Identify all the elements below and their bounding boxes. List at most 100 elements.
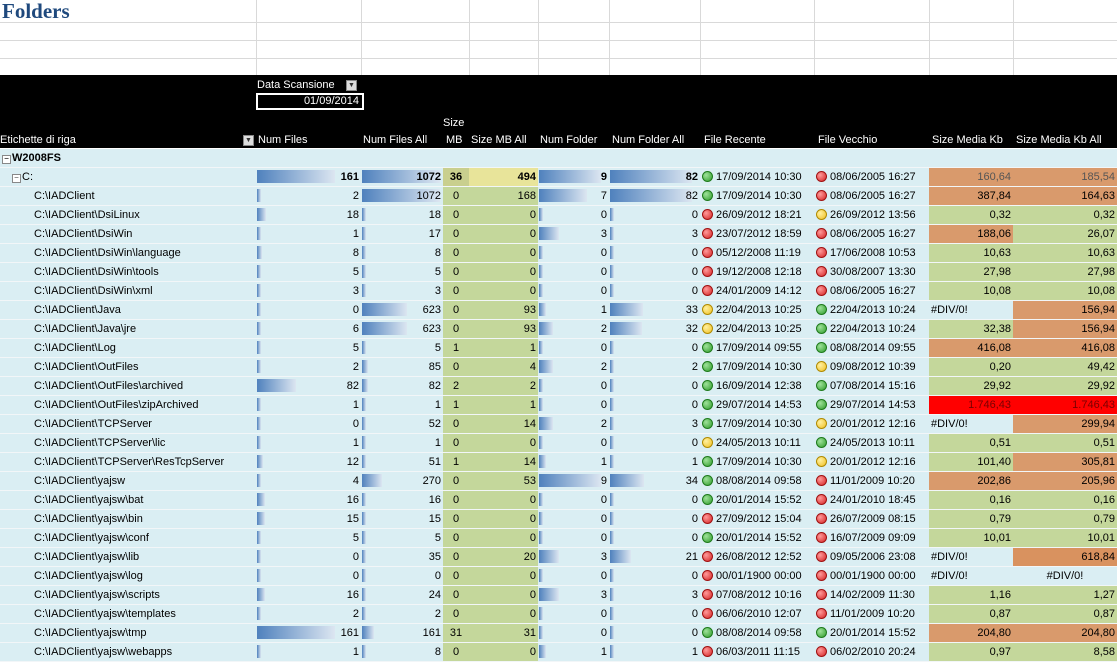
num-files-all-cell[interactable]: 8 — [361, 243, 443, 263]
file-vecchio-cell[interactable]: 26/09/2012 13:56 — [814, 205, 929, 225]
file-recente-cell[interactable]: 05/12/2008 11:19 — [700, 243, 814, 263]
size-media-cell[interactable]: 0,32 — [929, 205, 1013, 225]
table-row[interactable]: C:\IADClient\TCPServer\ResTcpServer 12 51 1… — [0, 452, 1117, 472]
size-media-cell[interactable]: 10,63 — [929, 243, 1013, 263]
file-vecchio-cell[interactable]: 09/08/2012 10:39 — [814, 357, 929, 377]
size-media-cell[interactable]: #DIV/0! — [929, 547, 1013, 567]
num-folder-all-cell[interactable]: 0 — [609, 566, 700, 586]
table-row[interactable]: C:\IADClient\TCPServer\lic 1 1 0 0 0 0 24/05/20… — [0, 433, 1117, 453]
size-media-cell[interactable]: 101,40 — [929, 452, 1013, 472]
num-files-cell[interactable]: 2 — [256, 357, 361, 377]
size-mb-cell[interactable]: 1 — [443, 338, 469, 358]
table-row[interactable]: C:\IADClient\DsiWin\xml 3 3 0 0 0 0 24/01/2009 … — [0, 281, 1117, 301]
row-labels-filter-icon[interactable]: ▼ — [243, 135, 254, 146]
table-row[interactable]: C:\IADClient\Java\jre 6 623 0 93 2 32 22/04/201… — [0, 319, 1117, 339]
size-media-cell[interactable]: 204,80 — [929, 623, 1013, 643]
file-recente-cell[interactable]: 06/03/2011 11:15 — [700, 642, 814, 662]
size-mb-all-cell[interactable]: 14 — [469, 452, 538, 472]
size-media-all-cell[interactable] — [1013, 149, 1117, 168]
table-row[interactable]: C:\IADClient\DsiWin 1 17 0 0 3 3 23/07/2012 18:… — [0, 224, 1117, 244]
size-mb-all-cell[interactable]: 0 — [469, 224, 538, 244]
num-folder-all-cell[interactable]: 82 — [609, 186, 700, 206]
num-files-all-cell[interactable]: 18 — [361, 205, 443, 225]
num-files-all-cell[interactable]: 5 — [361, 262, 443, 282]
size-mb-all-cell[interactable]: 0 — [469, 281, 538, 301]
size-media-cell[interactable]: 202,86 — [929, 471, 1013, 491]
size-media-all-cell[interactable]: 0,51 — [1013, 433, 1117, 453]
num-files-cell[interactable] — [256, 149, 361, 168]
num-folder-cell[interactable]: 0 — [538, 623, 609, 643]
row-label-cell[interactable]: C:\IADClient\OutFiles — [0, 357, 256, 377]
num-folder-all-cell[interactable]: 0 — [609, 433, 700, 453]
size-mb-cell[interactable]: 0 — [443, 433, 469, 453]
row-label-cell[interactable]: C:\IADClient\Log — [0, 338, 256, 358]
table-row[interactable]: C:\IADClient\yajsw\log 0 0 0 0 0 0 00/01/1900 0… — [0, 566, 1117, 586]
size-mb-all-cell[interactable]: 1 — [469, 395, 538, 415]
size-media-cell[interactable]: 10,08 — [929, 281, 1013, 301]
num-files-cell[interactable]: 1 — [256, 642, 361, 662]
size-media-all-cell[interactable]: 205,96 — [1013, 471, 1117, 491]
size-mb-cell[interactable]: 1 — [443, 395, 469, 415]
row-label-cell[interactable]: C:\IADClient\yajsw — [0, 471, 256, 491]
size-media-all-cell[interactable]: 1,27 — [1013, 585, 1117, 605]
size-media-all-cell[interactable]: 0,32 — [1013, 205, 1117, 225]
file-recente-cell[interactable]: 19/12/2008 12:18 — [700, 262, 814, 282]
file-recente-cell[interactable]: 08/08/2014 09:58 — [700, 471, 814, 491]
num-files-cell[interactable]: 5 — [256, 528, 361, 548]
num-folder-cell[interactable]: 0 — [538, 566, 609, 586]
size-media-cell[interactable]: 0,16 — [929, 490, 1013, 510]
file-recente-cell[interactable]: 23/07/2012 18:59 — [700, 224, 814, 244]
size-media-all-cell[interactable]: 0,87 — [1013, 604, 1117, 624]
file-vecchio-cell[interactable]: 24/01/2010 18:45 — [814, 490, 929, 510]
size-mb-all-cell[interactable]: 0 — [469, 243, 538, 263]
size-mb-cell[interactable]: 0 — [443, 281, 469, 301]
table-row[interactable]: C:\IADClient\yajsw\bin 15 15 0 0 0 0 27/09/2012… — [0, 509, 1117, 529]
num-folder-all-cell[interactable]: 82 — [609, 167, 700, 187]
num-files-all-cell[interactable]: 623 — [361, 319, 443, 339]
num-folder-cell[interactable]: 0 — [538, 205, 609, 225]
file-recente-cell[interactable]: 26/08/2012 12:52 — [700, 547, 814, 567]
num-folder-cell[interactable]: 3 — [538, 547, 609, 567]
file-vecchio-cell[interactable]: 30/08/2007 13:30 — [814, 262, 929, 282]
num-folder-all-cell[interactable]: 0 — [609, 376, 700, 396]
num-folder-cell[interactable]: 0 — [538, 338, 609, 358]
size-mb-all-cell[interactable]: 494 — [469, 167, 538, 187]
num-folder-all-cell[interactable]: 33 — [609, 300, 700, 320]
size-mb-cell[interactable]: 0 — [443, 566, 469, 586]
num-folder-cell[interactable]: 0 — [538, 262, 609, 282]
num-files-cell[interactable]: 161 — [256, 167, 361, 187]
num-folder-cell[interactable]: 2 — [538, 357, 609, 377]
size-mb-all-cell[interactable]: 93 — [469, 300, 538, 320]
table-row[interactable]: C:\IADClient\yajsw 4 270 0 53 9 34 08/08/2014 0… — [0, 471, 1117, 491]
num-files-all-cell[interactable]: 16 — [361, 490, 443, 510]
size-mb-cell[interactable]: 0 — [443, 262, 469, 282]
size-media-all-cell[interactable]: 1.746,43 — [1013, 395, 1117, 415]
file-vecchio-cell[interactable]: 06/02/2010 20:24 — [814, 642, 929, 662]
file-vecchio-cell[interactable]: 08/08/2014 09:55 — [814, 338, 929, 358]
num-files-all-cell[interactable]: 82 — [361, 376, 443, 396]
file-recente-cell[interactable]: 27/09/2012 15:04 — [700, 509, 814, 529]
size-mb-all-cell[interactable] — [469, 149, 538, 168]
row-label-cell[interactable]: C:\IADClient\yajsw\templates — [0, 604, 256, 624]
num-files-all-cell[interactable] — [361, 149, 443, 168]
num-folder-all-cell[interactable]: 0 — [609, 509, 700, 529]
file-recente-cell[interactable]: 17/09/2014 10:30 — [700, 186, 814, 206]
num-files-cell[interactable]: 82 — [256, 376, 361, 396]
file-recente-cell[interactable]: 20/01/2014 15:52 — [700, 490, 814, 510]
num-folder-cell[interactable]: 2 — [538, 319, 609, 339]
file-recente-cell[interactable]: 17/09/2014 10:30 — [700, 414, 814, 434]
size-mb-all-cell[interactable]: 53 — [469, 471, 538, 491]
num-files-all-cell[interactable]: 35 — [361, 547, 443, 567]
num-folder-all-cell[interactable] — [609, 149, 700, 168]
row-label-cell[interactable]: C:\IADClient\yajsw\tmp — [0, 623, 256, 643]
size-mb-cell[interactable]: 31 — [443, 623, 469, 643]
size-mb-cell[interactable]: 0 — [443, 243, 469, 263]
size-mb-all-cell[interactable]: 0 — [469, 262, 538, 282]
file-recente-cell[interactable]: 17/09/2014 09:55 — [700, 338, 814, 358]
num-files-cell[interactable]: 0 — [256, 414, 361, 434]
file-vecchio-cell[interactable]: 14/02/2009 11:30 — [814, 585, 929, 605]
num-files-all-cell[interactable]: 2 — [361, 604, 443, 624]
size-media-all-cell[interactable]: 49,42 — [1013, 357, 1117, 377]
table-row[interactable]: C:\IADClient 2 1072 0 168 7 82 17/09/2014 10:30… — [0, 186, 1117, 206]
file-vecchio-cell[interactable] — [814, 149, 929, 168]
